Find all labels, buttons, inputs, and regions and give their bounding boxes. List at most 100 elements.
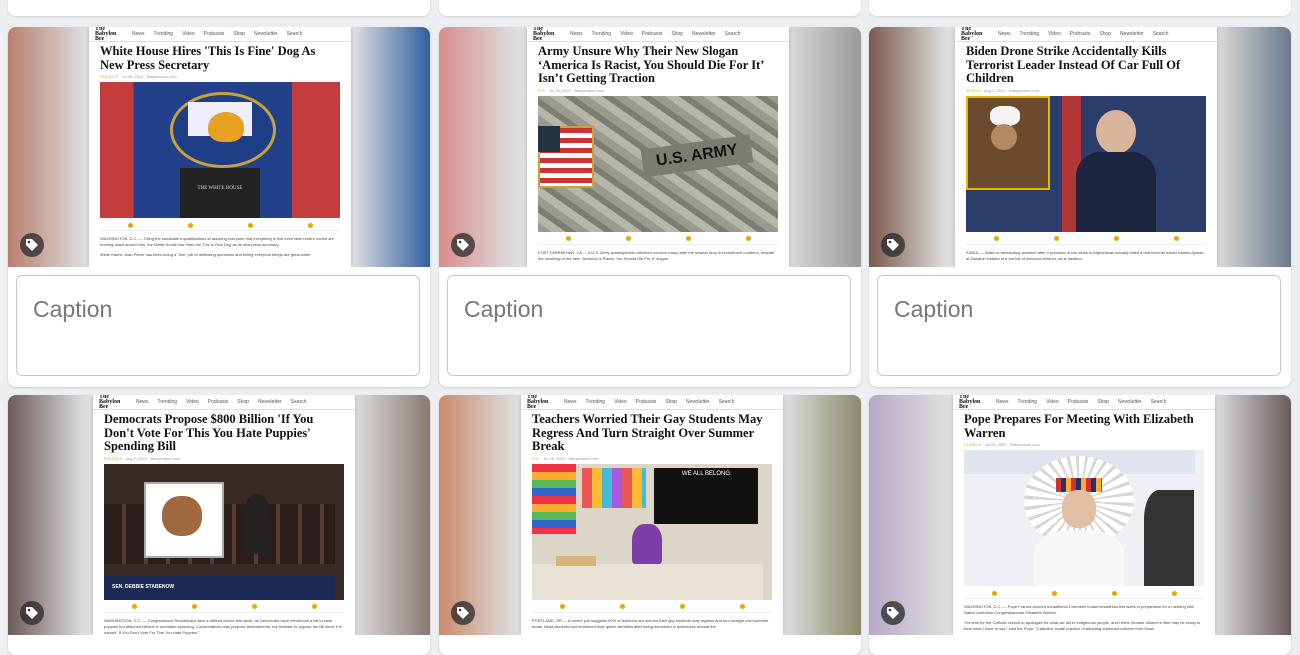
site-nav-link: Trending bbox=[1019, 31, 1040, 37]
share-bar bbox=[104, 602, 344, 613]
tag-button[interactable] bbox=[881, 233, 905, 257]
post-image[interactable]: The Babylon Bee News Trending Video Podcasts… bbox=[8, 27, 430, 267]
article-photo: SEN. DEBBIE STABENOW bbox=[104, 463, 344, 600]
email-icon bbox=[247, 222, 253, 228]
site-nav-link: News bbox=[570, 31, 583, 37]
article-meta: WORLD Aug 2, 2022 · Babylonbee.com bbox=[966, 87, 1039, 93]
twitter-icon bbox=[625, 236, 631, 241]
article-screenshot: The Babylon Bee News Trending Video Podcasts… bbox=[89, 27, 351, 267]
article-photo: THE WHITE HOUSE bbox=[100, 82, 340, 218]
article-body: WASHINGTON, D.C. — Congressional Republi… bbox=[93, 615, 355, 636]
article-screenshot: The Babylon Bee News Trending Video Podcasts… bbox=[955, 27, 1217, 267]
caption-input[interactable] bbox=[33, 296, 403, 323]
share-bar bbox=[532, 602, 772, 613]
article-body: PORTLAND, OR — A recent poll suggests 90… bbox=[521, 615, 783, 636]
site-logo: The Babylon Bee bbox=[527, 395, 549, 410]
post-card: The Babylon Bee News Trending Video Podcasts… bbox=[8, 395, 430, 655]
article-headline: Teachers Worried Their Gay Students May … bbox=[532, 412, 763, 453]
post-image[interactable]: The Babylon Bee News Trending Video Podcasts… bbox=[869, 27, 1291, 267]
site-nav-link: Trending bbox=[1017, 399, 1038, 405]
article-body: WASHINGTON, D.C. — Citing the candidate'… bbox=[89, 233, 351, 265]
article-paragraph: WASHINGTON, D.C. — Pope Francis donned a… bbox=[964, 604, 1194, 615]
post-image[interactable]: The Babylon Bee News Trending Video Podcasts… bbox=[869, 395, 1291, 635]
post-image[interactable]: The Babylon Bee News Trending Video Podcasts… bbox=[8, 395, 430, 635]
site-nav-link: News bbox=[136, 399, 149, 405]
share-bar bbox=[964, 588, 1204, 599]
site-nav-link: Podcasts bbox=[641, 31, 663, 37]
comment-icon bbox=[739, 604, 745, 609]
article-body: WASHINGTON, D.C. — Pope Francis donned a… bbox=[953, 601, 1215, 635]
post-card: The Babylon Bee News Trending Video Podcasts… bbox=[869, 27, 1291, 387]
tag-icon bbox=[887, 239, 899, 251]
site-nav: The Babylon Bee News Trending Video Podcasts… bbox=[89, 27, 351, 42]
article-headline: Democrats Propose $800 Billion 'If You D… bbox=[104, 412, 314, 453]
article-meta: POLITICS Aug 2, 2022 · Babylonbee.com bbox=[104, 455, 181, 461]
card-edge bbox=[869, 0, 1291, 16]
share-bar bbox=[538, 234, 778, 245]
site-nav-link: Podcasts bbox=[207, 399, 229, 405]
site-nav-link: Video bbox=[186, 399, 199, 405]
article-paragraph: PORTLAND, OR — A recent poll suggests 90… bbox=[532, 617, 769, 629]
site-logo: The Babylon Bee bbox=[533, 27, 555, 42]
caption-field[interactable] bbox=[16, 275, 420, 376]
caption-input[interactable] bbox=[894, 296, 1264, 323]
caption-input[interactable] bbox=[464, 296, 834, 323]
article-paragraph: Colonel Kip Shirtstaff said the Army wil… bbox=[538, 266, 778, 268]
site-logo: The Babylon Bee bbox=[99, 395, 121, 410]
site-nav-link: Newsletter bbox=[1120, 31, 1144, 37]
site-nav-link: Search bbox=[1152, 31, 1169, 37]
site-nav-link: Shop bbox=[665, 399, 678, 405]
site-logo: The Babylon Bee bbox=[95, 27, 117, 42]
email-icon bbox=[679, 604, 685, 609]
site-nav-link: Newsletter bbox=[692, 31, 716, 37]
tag-button[interactable] bbox=[881, 601, 905, 625]
site-nav-link: Search bbox=[718, 399, 735, 405]
site-nav-link: Trending bbox=[585, 399, 606, 405]
post-image[interactable]: The Babylon Bee News Trending Video Podcasts… bbox=[439, 27, 861, 267]
facebook-icon bbox=[993, 236, 999, 241]
article-photo bbox=[966, 95, 1206, 232]
article-paragraph: WASHINGTON, D.C. — Congressional Republi… bbox=[104, 617, 342, 635]
tag-icon bbox=[26, 239, 38, 251]
site-nav-link: Video bbox=[182, 31, 195, 37]
comment-icon bbox=[745, 236, 751, 241]
facebook-icon bbox=[131, 604, 137, 609]
site-logo: The Babylon Bee bbox=[961, 27, 983, 42]
facebook-icon bbox=[559, 604, 565, 609]
email-icon bbox=[251, 604, 257, 609]
tag-icon bbox=[457, 607, 469, 619]
site-nav-link: News bbox=[998, 31, 1011, 37]
article-screenshot: The Babylon Bee News Trending Video Podcasts… bbox=[521, 395, 783, 635]
article-paragraph: "Come on, folks, we all know what drone … bbox=[966, 266, 1206, 268]
caption-field[interactable] bbox=[877, 275, 1281, 376]
twitter-icon bbox=[191, 604, 197, 609]
site-nav-link: Video bbox=[614, 399, 627, 405]
tag-button[interactable] bbox=[20, 233, 44, 257]
tag-button[interactable] bbox=[20, 601, 44, 625]
article-screenshot: The Babylon Bee News Trending Video Podcasts… bbox=[93, 395, 355, 635]
site-nav-link: Newsletter bbox=[686, 399, 710, 405]
tag-button[interactable] bbox=[451, 233, 475, 257]
site-nav-link: News bbox=[996, 399, 1009, 405]
site-nav-link: Search bbox=[286, 31, 303, 37]
post-image[interactable]: The Babylon Bee News Trending Video Podcasts… bbox=[439, 395, 861, 635]
card-edge bbox=[8, 0, 430, 16]
article-paragraph: While Karine Jean-Pierre has been doing … bbox=[100, 252, 311, 257]
caption-field[interactable] bbox=[447, 275, 851, 376]
article-headline: Biden Drone Strike Accidentally Kills Te… bbox=[966, 44, 1181, 85]
site-nav-link: Podcasts bbox=[635, 399, 657, 405]
tag-button[interactable] bbox=[451, 601, 475, 625]
site-nav: The Babylon Bee News Trending Video Podcasts… bbox=[955, 27, 1217, 42]
site-nav-link: Podcasts bbox=[1069, 31, 1091, 37]
article-paragraph: KABUL — Biden is demanding answers after… bbox=[966, 249, 1204, 261]
post-card: The Babylon Bee News Trending Video Podcasts… bbox=[439, 395, 861, 655]
site-nav-link: Trending bbox=[157, 399, 178, 405]
twitter-icon bbox=[1051, 590, 1057, 596]
site-nav-link: Video bbox=[1048, 31, 1061, 37]
article-headline: White House Hires 'This Is Fine' Dog As … bbox=[100, 44, 316, 72]
site-nav-link: Search bbox=[724, 31, 741, 37]
article-headline: Army Unsure Why Their New Slogan ‘Americ… bbox=[538, 44, 764, 85]
site-nav-link: News bbox=[132, 31, 145, 37]
article-headline: Pope Prepares For Meeting With Elizabeth… bbox=[964, 412, 1194, 440]
site-nav-link: Search bbox=[290, 399, 307, 405]
